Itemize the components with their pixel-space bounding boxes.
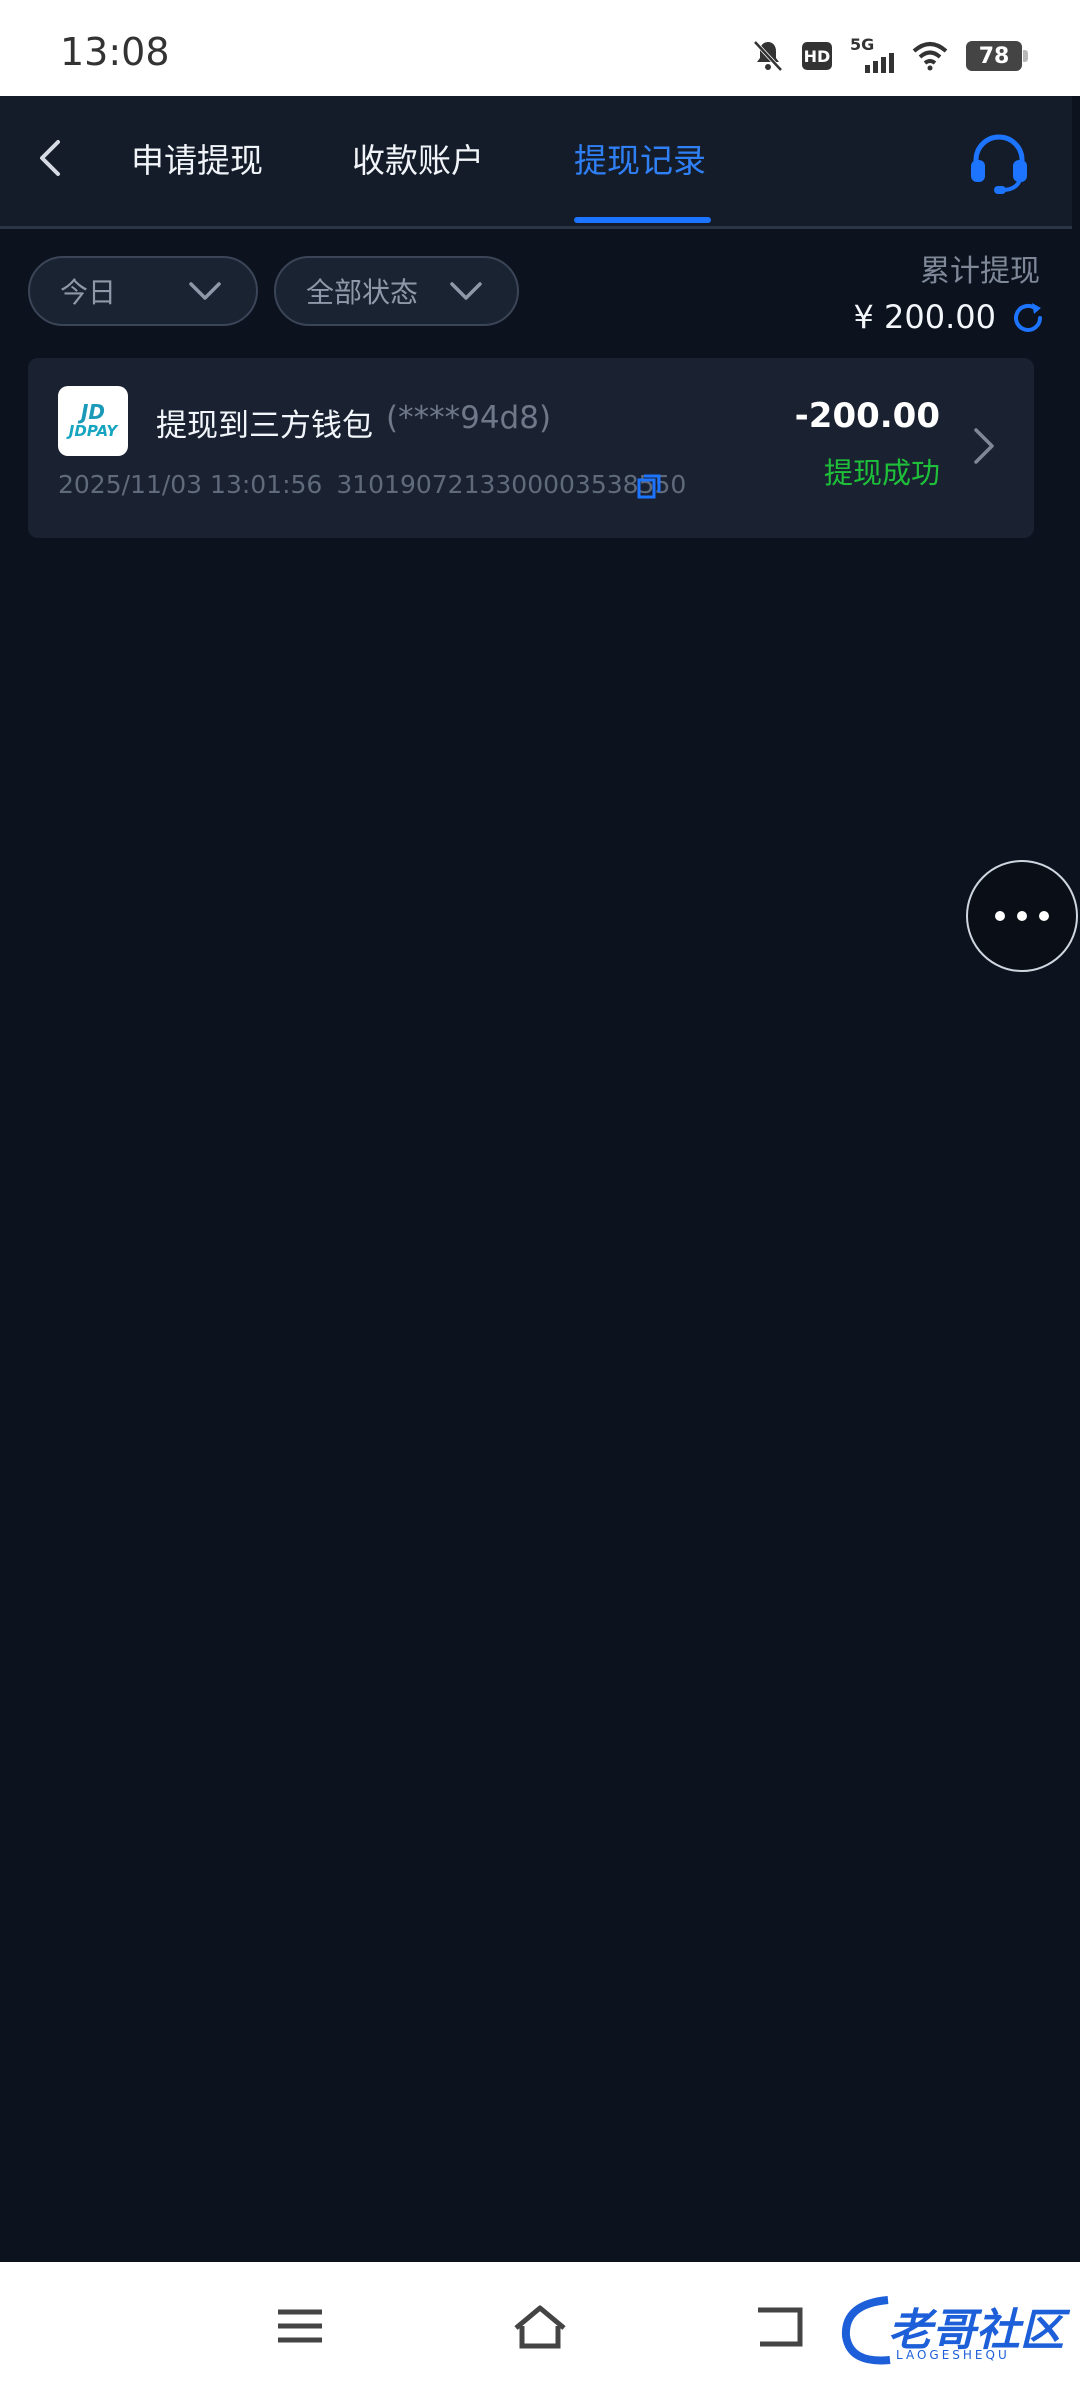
status-filter-label: 全部状态 [306, 276, 419, 309]
refresh-icon [1014, 303, 1042, 332]
copy-icon [637, 474, 661, 499]
status-icons: HD 5G 78 [752, 35, 1028, 76]
active-tab-indicator [574, 217, 711, 223]
withdraw-record-card[interactable]: JD JDPAY 提现到三方钱包 (****94d8) 2025/11/03 1… [28, 358, 1034, 538]
customer-service-button[interactable] [966, 130, 1032, 196]
watermark-logo: 老哥社区 LAOGESHEQU [838, 2290, 1068, 2370]
jdpay-logo-mark: JD [80, 400, 106, 424]
jdpay-logo-word: JDPAY [68, 422, 118, 440]
back-icon [758, 2307, 803, 2347]
chevron-right-icon [974, 428, 994, 464]
headset-icon [971, 134, 1027, 194]
record-title: 提现到三方钱包 [156, 408, 373, 444]
nav-back-button[interactable] [750, 2302, 810, 2352]
chevron-down-icon [450, 282, 482, 300]
floating-more-button[interactable] [966, 860, 1078, 972]
status-filter-select[interactable]: 全部状态 [274, 256, 519, 326]
hd-icon: HD [802, 42, 832, 70]
more-dot-icon [1017, 911, 1027, 921]
wifi-icon [912, 41, 948, 71]
home-icon [514, 2305, 566, 2349]
tab-withdraw-records[interactable]: 提现记录 [574, 136, 706, 186]
back-button[interactable] [28, 134, 76, 182]
top-nav: 申请提现 收款账户 提现记录 [0, 96, 1072, 229]
chevron-left-icon [40, 140, 60, 176]
more-dot-icon [995, 911, 1005, 921]
record-status: 提现成功 [823, 456, 940, 490]
more-dot-icon [1039, 911, 1049, 921]
cellular-signal-icon: 5G [850, 35, 894, 73]
chevron-down-icon [189, 282, 221, 300]
total-withdraw-label: 累计提现 [920, 254, 1040, 289]
date-filter-label: 今日 [60, 276, 117, 309]
total-withdraw-amount: ¥ 200.00 [853, 298, 997, 336]
date-filter-select[interactable]: 今日 [28, 256, 258, 326]
record-meta: 2025/11/03 13:01:56 310190721330000353855… [58, 470, 686, 499]
menu-icon [278, 2309, 322, 2343]
refresh-button[interactable] [1010, 300, 1046, 336]
record-transaction-id: 3101907213300003538550 [336, 470, 687, 499]
status-time: 13:08 [60, 30, 170, 74]
battery-icon: 78 [966, 41, 1028, 71]
record-masked-account: (****94d8) [386, 400, 552, 436]
bell-muted-icon [752, 39, 784, 73]
status-bar: 13:08 HD 5G 78 [0, 0, 1080, 96]
nav-home-button[interactable] [510, 2302, 570, 2352]
record-datetime: 2025/11/03 13:01:56 [58, 470, 323, 499]
tab-apply-withdraw[interactable]: 申请提现 [131, 136, 263, 186]
record-amount: -200.00 [794, 396, 940, 436]
copy-button[interactable] [636, 472, 662, 500]
tab-receiving-account[interactable]: 收款账户 [352, 136, 484, 186]
jdpay-logo: JD JDPAY [58, 386, 128, 456]
nav-menu-button[interactable] [270, 2302, 330, 2352]
watermark-subtext: LAOGESHEQU [896, 2348, 1010, 2362]
